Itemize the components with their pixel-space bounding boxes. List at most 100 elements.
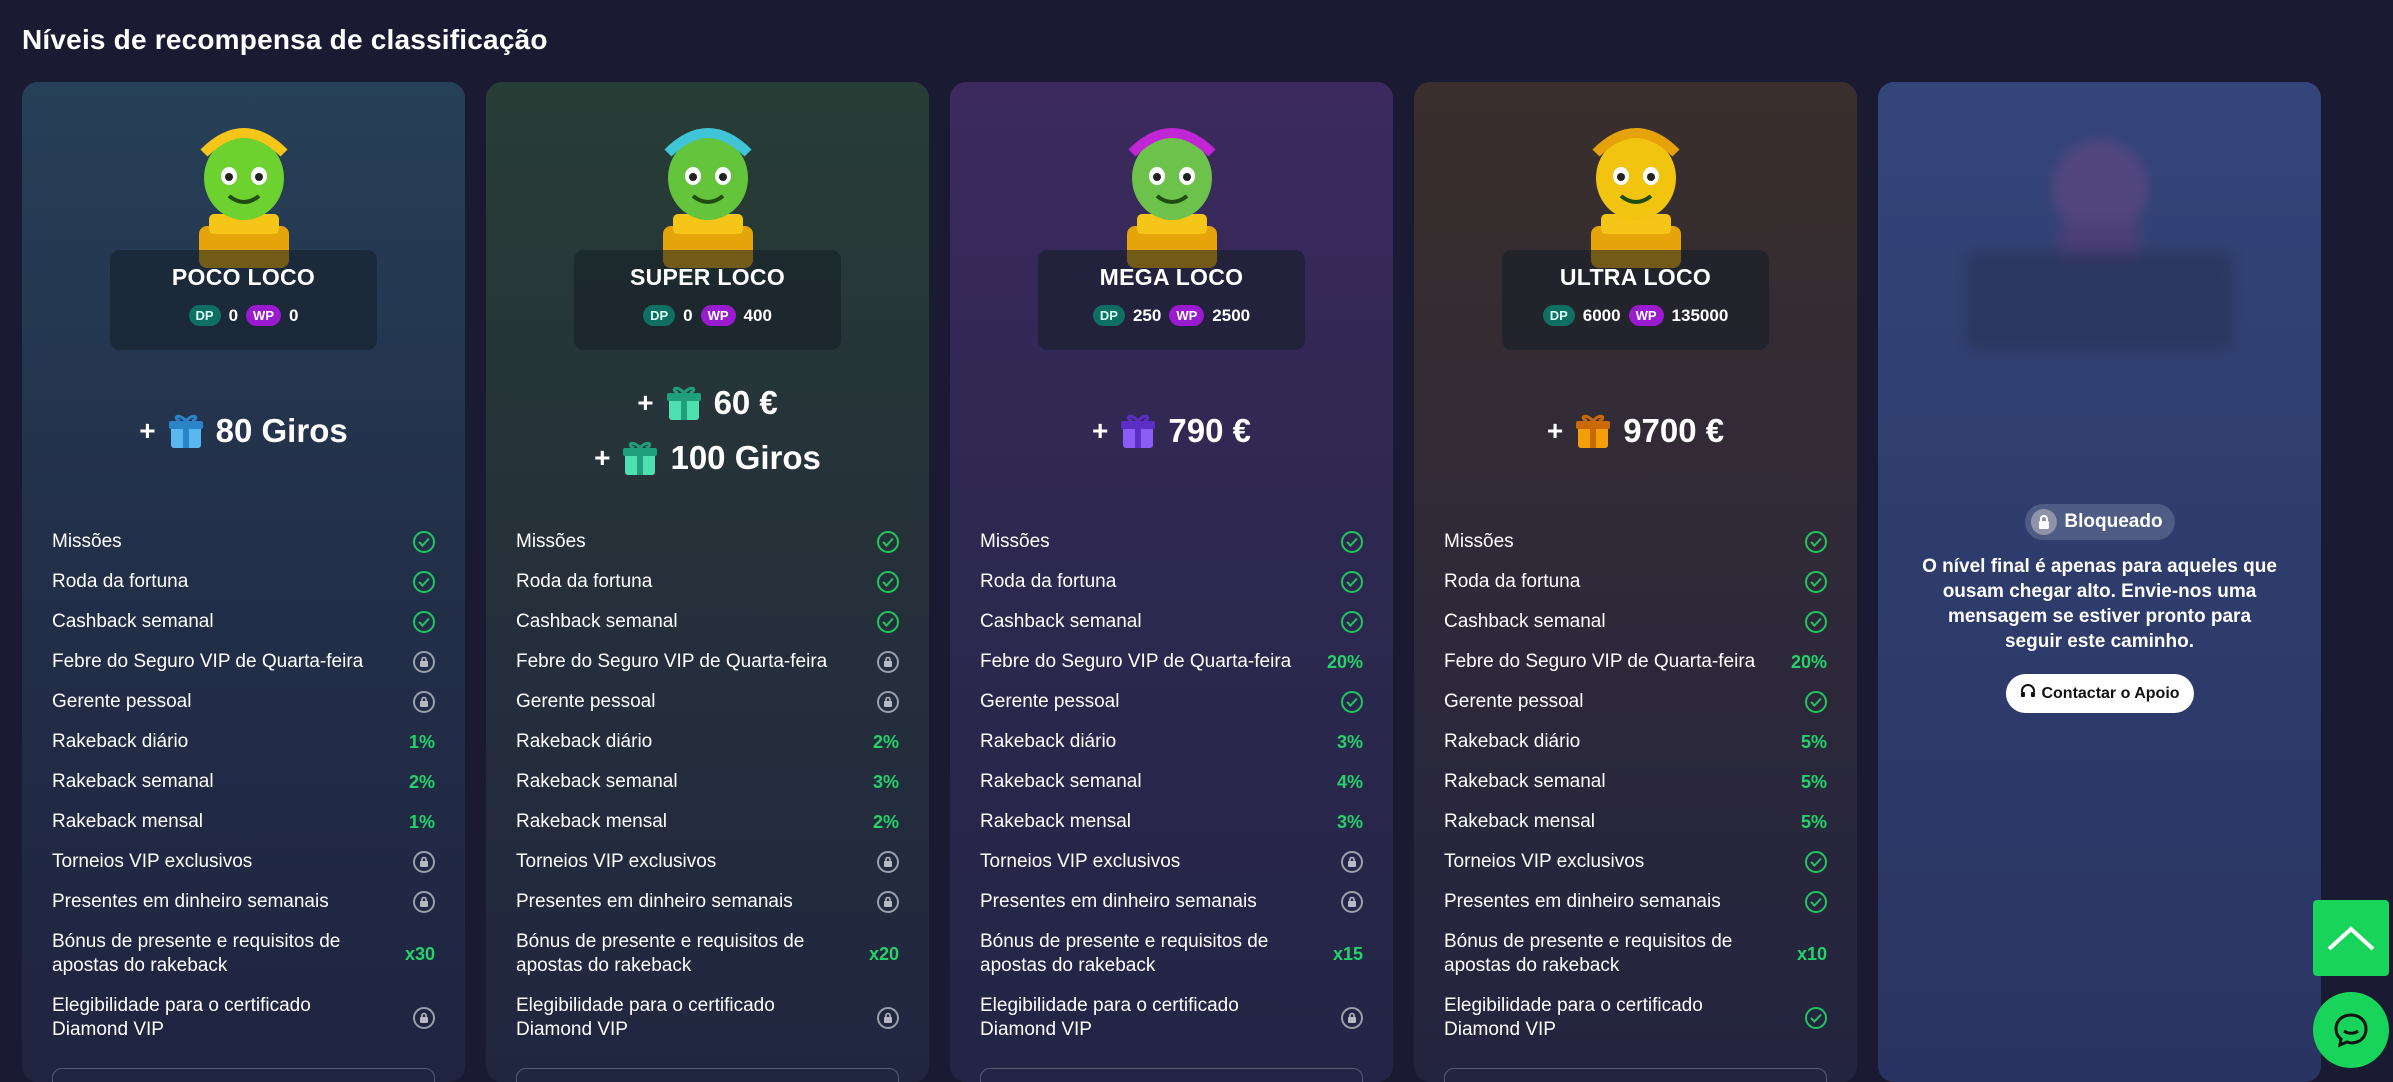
feature-row: Bónus de presente e requisitos de aposta… (1444, 922, 1827, 986)
feature-row: Elegibilidade para o certificado Diamond… (52, 986, 435, 1050)
feature-value: x10 (1796, 943, 1827, 964)
lock-icon (1341, 891, 1363, 913)
check-icon (877, 531, 899, 553)
feature-label: Elegibilidade para o certificado Diamond… (1444, 995, 1703, 1040)
reward-line: + 60 € (486, 384, 929, 422)
feature-label: Elegibilidade para o certificado Diamond… (52, 995, 311, 1040)
mascot-image (198, 128, 289, 268)
locked-badge-label: Bloqueado (2064, 511, 2163, 532)
feature-row: Febre do Seguro VIP de Quarta-feira (516, 642, 899, 682)
feature-value: 20% (1326, 651, 1363, 672)
feature-label: Gerente pessoal (52, 691, 192, 712)
feature-label: Gerente pessoal (1444, 691, 1584, 712)
tier-box: ULTRA LOCO DP 6000 WP 135000 (1502, 250, 1769, 350)
feature-row: Rakeback mensal 1% (52, 802, 435, 842)
dp-badge: DP (1542, 305, 1575, 326)
feature-label: Presentes em dinheiro semanais (1444, 891, 1721, 912)
gift-icon (623, 441, 658, 475)
wp-badge: WP (246, 305, 281, 326)
feature-value: 3% (1336, 731, 1363, 752)
locked-badge: Bloqueado (2024, 504, 2175, 540)
reward-text: 60 € (713, 384, 778, 421)
feature-value: 1% (408, 811, 435, 832)
feature-row: Rakeback diário 2% (516, 722, 899, 762)
contact-support-label: Contactar o Apoio (2041, 684, 2180, 702)
reward-line: + 100 Giros (486, 439, 929, 477)
feature-value: x15 (1332, 943, 1363, 964)
scroll-to-top-button[interactable] (2313, 900, 2389, 976)
feature-label: Rakeback diário (980, 731, 1117, 752)
reward-text: 100 Giros (670, 439, 821, 476)
tier-points: DP 0 WP 0 (110, 305, 377, 326)
lock-icon (2030, 509, 2057, 535)
feature-label: Bónus de presente e requisitos de aposta… (52, 931, 341, 976)
feature-value: 20% (1790, 651, 1827, 672)
feature-label: Missões (516, 531, 586, 552)
feature-label: Bónus de presente e requisitos de aposta… (980, 931, 1269, 976)
check-icon (1341, 691, 1363, 713)
feature-label: Gerente pessoal (980, 691, 1120, 712)
check-icon (413, 531, 435, 553)
feature-row: Elegibilidade para o certificado Diamond… (980, 986, 1363, 1050)
wp-badge: WP (1628, 305, 1664, 326)
feature-label: Cashback semanal (516, 611, 678, 632)
lock-icon (877, 691, 899, 713)
tier-action-button[interactable] (980, 1068, 1363, 1082)
feature-row: Febre do Seguro VIP de Quarta-feira (52, 642, 435, 682)
feature-value: 5% (1800, 811, 1827, 832)
feature-label: Rakeback semanal (980, 771, 1142, 792)
features-list: Missões Roda da fortuna Cashback semanal… (980, 522, 1363, 1050)
feature-row: Gerente pessoal (516, 682, 899, 722)
gift-icon (666, 386, 701, 420)
feature-row: Missões (52, 522, 435, 562)
feature-label: Febre do Seguro VIP de Quarta-feira (1444, 651, 1756, 672)
feature-value: 5% (1800, 771, 1827, 792)
feature-label: Torneios VIP exclusivos (516, 851, 717, 872)
feature-label: Presentes em dinheiro semanais (516, 891, 793, 912)
plus-sign: + (1092, 415, 1109, 446)
feature-row: Rakeback diário 1% (52, 722, 435, 762)
wp-badge: WP (700, 305, 736, 326)
chat-bubble-icon (2334, 1013, 2368, 1048)
check-icon (1805, 1007, 1827, 1029)
chat-button[interactable] (2313, 992, 2389, 1068)
tier-action-button[interactable] (52, 1068, 435, 1082)
reward-text: 9700 € (1623, 412, 1725, 449)
feature-row: Bónus de presente e requisitos de aposta… (980, 922, 1363, 986)
lock-icon (877, 851, 899, 873)
feature-label: Rakeback mensal (1444, 811, 1596, 832)
feature-row: Gerente pessoal (980, 682, 1363, 722)
tier-name: SUPER LOCO (629, 264, 786, 290)
tier-action-button[interactable] (1444, 1068, 1827, 1082)
reward-line: + 9700 € (1414, 412, 1857, 450)
feature-label: Roda da fortuna (1444, 571, 1581, 592)
plus-sign: + (637, 387, 654, 418)
feature-row: Roda da fortuna (52, 562, 435, 602)
tier-card: MEGA LOCO DP 250 WP 2500 + 790 € Missões… (950, 82, 1393, 1082)
dp-value: 6000 (1582, 305, 1621, 325)
feature-row: Rakeback diário 3% (980, 722, 1363, 762)
feature-row: Rakeback semanal 5% (1444, 762, 1827, 802)
feature-row: Missões (980, 522, 1363, 562)
check-icon (413, 571, 435, 593)
tier-action-button[interactable] (516, 1068, 899, 1082)
feature-row: Rakeback semanal 3% (516, 762, 899, 802)
dp-badge: DP (188, 305, 221, 326)
feature-label: Bónus de presente e requisitos de aposta… (516, 931, 805, 976)
reward-line: + 80 Giros (22, 412, 465, 450)
feature-row: Rakeback semanal 2% (52, 762, 435, 802)
dp-value: 250 (1132, 305, 1162, 325)
feature-label: Rakeback semanal (516, 771, 678, 792)
check-icon (1805, 851, 1827, 873)
reward-text: 790 € (1168, 412, 1251, 449)
feature-row: Rakeback semanal 4% (980, 762, 1363, 802)
feature-value: 3% (872, 771, 899, 792)
feature-label: Rakeback diário (516, 731, 653, 752)
locked-tier-box (1966, 250, 2233, 350)
check-icon (413, 611, 435, 633)
feature-row: Torneios VIP exclusivos (1444, 842, 1827, 882)
contact-support-button[interactable]: Contactar o Apoio (2005, 674, 2194, 713)
feature-label: Febre do Seguro VIP de Quarta-feira (980, 651, 1292, 672)
feature-label: Cashback semanal (1444, 611, 1606, 632)
feature-value: 1% (408, 731, 435, 752)
